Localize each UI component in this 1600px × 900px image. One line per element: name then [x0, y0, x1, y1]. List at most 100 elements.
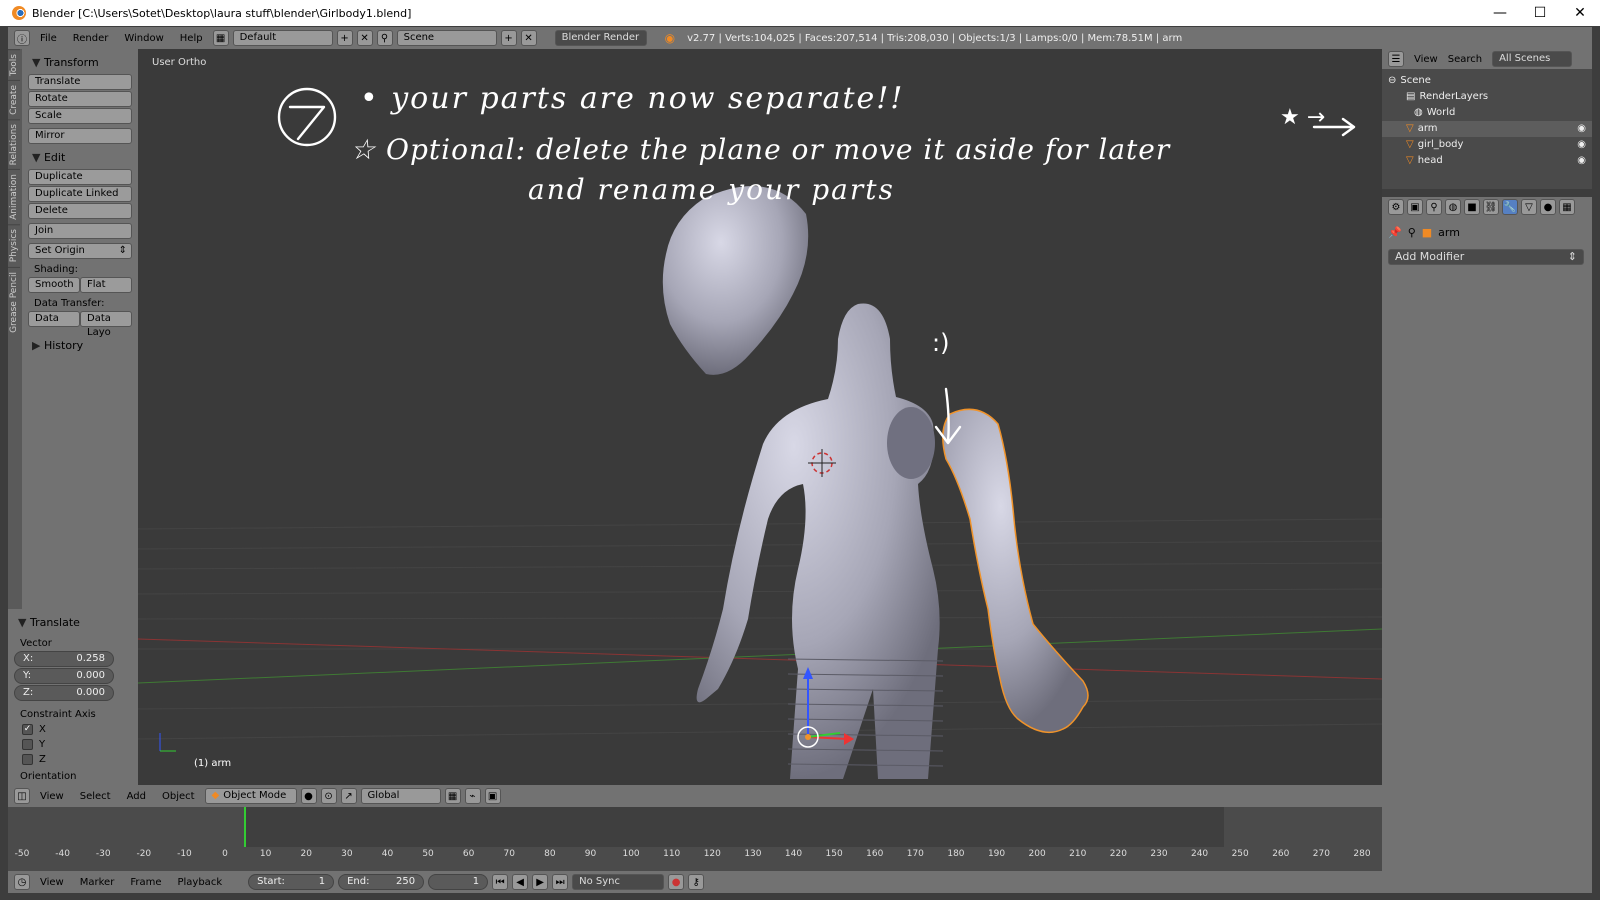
render-tab-icon[interactable]: ▣	[1407, 199, 1423, 215]
timeline-editor-icon[interactable]: ◷	[14, 874, 30, 890]
scene-field[interactable]: Scene	[396, 30, 497, 46]
outliner-editor-icon[interactable]: ☰	[1388, 51, 1404, 67]
screen-layout-icon[interactable]: ▦	[212, 30, 229, 46]
vector-z-field[interactable]: Z: 0.000	[14, 685, 114, 701]
material-tab-icon[interactable]: ●	[1540, 199, 1556, 215]
layers-icon[interactable]: ▦	[444, 788, 461, 804]
jump-start-icon[interactable]: ⏮	[492, 874, 509, 890]
history-panel-header[interactable]: ▶ History	[28, 336, 132, 357]
tab-physics[interactable]: Physics	[8, 224, 20, 267]
add-scene-icon[interactable]: +	[500, 30, 517, 46]
sync-select[interactable]: No Sync	[572, 874, 665, 890]
edit-panel-header[interactable]: ▼ Edit	[28, 148, 132, 169]
visibility-eye-icon[interactable]: ◉	[1577, 137, 1586, 153]
outliner-row-scene[interactable]: ⊖ Scene	[1382, 73, 1592, 89]
transform-panel-header[interactable]: ▼ Transform	[28, 53, 132, 74]
record-icon[interactable]: ●	[668, 874, 685, 890]
layout-field[interactable]: Default	[232, 30, 333, 46]
modifier-wrench-icon[interactable]: 🔧	[1502, 199, 1518, 215]
outliner-scope-select[interactable]: All Scenes	[1492, 51, 1573, 67]
info-editor-icon[interactable]: ⓘ	[14, 30, 30, 46]
girl-body-mesh[interactable]	[696, 303, 940, 779]
end-frame-field[interactable]: End: 250	[338, 873, 425, 890]
orientation-select[interactable]: Global	[360, 788, 441, 804]
mirror-button[interactable]: Mirror	[28, 128, 132, 144]
data-tab-icon[interactable]: ▽	[1521, 199, 1537, 215]
outliner-row-girl-body[interactable]: ▽ girl_body ◉	[1382, 137, 1592, 153]
snap-icon[interactable]: ⌁	[464, 788, 481, 804]
scene-icon[interactable]: ⚲	[376, 30, 393, 46]
menu-marker[interactable]: Marker	[74, 877, 121, 888]
remove-layout-icon[interactable]: ✕	[356, 30, 373, 46]
set-origin-select[interactable]: Set Origin ⇕	[28, 243, 132, 259]
menu-playback[interactable]: Playback	[171, 877, 228, 888]
tab-create[interactable]: Create	[8, 80, 20, 120]
jump-end-icon[interactable]: ⏭	[552, 874, 569, 890]
properties-editor-icon[interactable]: ⚙	[1388, 199, 1404, 215]
tab-grease-pencil[interactable]: Grease Pencil	[8, 266, 20, 337]
play-reverse-icon[interactable]: ◀	[512, 874, 529, 890]
menu-view[interactable]: View	[34, 791, 70, 802]
world-tab-icon[interactable]: ◍	[1445, 199, 1461, 215]
render-engine-select[interactable]: Blender Render	[554, 30, 647, 46]
maximize-button[interactable]: ☐	[1520, 0, 1560, 26]
vector-x-field[interactable]: X: 0.258	[14, 651, 114, 667]
constraint-y-checkbox[interactable]: Y	[14, 737, 132, 752]
visibility-eye-icon[interactable]: ◉	[1577, 153, 1586, 169]
vector-y-field[interactable]: Y: 0.000	[14, 668, 114, 684]
tab-animation[interactable]: Animation	[8, 169, 20, 225]
constraint-z-checkbox[interactable]: Z	[14, 752, 132, 767]
render-preview-icon[interactable]: ▣	[484, 788, 501, 804]
tab-tools[interactable]: Tools	[8, 49, 20, 81]
object-tab-icon[interactable]: ■	[1464, 199, 1480, 215]
duplicate-linked-button[interactable]: Duplicate Linked	[28, 186, 132, 202]
translate-button[interactable]: Translate	[28, 74, 132, 90]
menu-object[interactable]: Object	[156, 791, 201, 802]
menu-window[interactable]: Window	[118, 33, 169, 44]
rotate-button[interactable]: Rotate	[28, 91, 132, 107]
outliner-view-menu[interactable]: View	[1414, 54, 1438, 65]
add-layout-icon[interactable]: +	[336, 30, 353, 46]
current-frame-marker[interactable]	[244, 807, 246, 847]
add-modifier-select[interactable]: Add Modifier ⇕	[1388, 249, 1584, 265]
smooth-button[interactable]: Smooth	[28, 277, 80, 293]
mode-select[interactable]: ◆ Object Mode	[204, 788, 297, 804]
constraint-x-checkbox[interactable]: ✓ X	[14, 722, 132, 737]
menu-add[interactable]: Add	[121, 791, 152, 802]
flat-button[interactable]: Flat	[80, 277, 132, 293]
outliner-row-world[interactable]: ◍ World	[1382, 105, 1592, 121]
outliner-row-arm[interactable]: ▽ arm ◉	[1382, 121, 1592, 137]
keying-icon[interactable]: ⚷	[688, 874, 705, 890]
manipulator-icon[interactable]: ↗	[340, 788, 357, 804]
duplicate-button[interactable]: Duplicate	[28, 169, 132, 185]
outliner-row-renderlayers[interactable]: ▤ RenderLayers	[1382, 89, 1592, 105]
tab-relations[interactable]: Relations	[8, 119, 20, 170]
3d-viewport[interactable]: User Ortho 7 • your parts are now separa…	[138, 49, 1382, 785]
current-frame-field[interactable]: 1	[428, 873, 489, 890]
menu-help[interactable]: Help	[174, 33, 209, 44]
menu-file[interactable]: File	[34, 33, 63, 44]
scale-button[interactable]: Scale	[28, 108, 132, 124]
timeline[interactable]: -50 -40 -30 -20 -10 0 10 20 30 40 50 60 70 80 90 100 110…	[8, 807, 1382, 871]
menu-timeline-view[interactable]: View	[34, 877, 70, 888]
operator-panel-header[interactable]: ▼ Translate	[14, 613, 132, 634]
close-button[interactable]: ✕	[1560, 0, 1600, 26]
data-layout-button[interactable]: Data Layo	[80, 311, 132, 338]
pin-icon[interactable]: 📌	[1388, 226, 1402, 239]
menu-frame[interactable]: Frame	[124, 877, 167, 888]
data-button[interactable]: Data	[28, 311, 80, 327]
scene-tab-icon[interactable]: ⚲	[1426, 199, 1442, 215]
head-mesh[interactable]	[662, 186, 809, 375]
visibility-eye-icon[interactable]: ◉	[1577, 121, 1586, 137]
menu-render[interactable]: Render	[67, 33, 115, 44]
start-frame-field[interactable]: Start: 1	[248, 873, 335, 890]
minimize-button[interactable]: —	[1480, 0, 1520, 26]
editor-type-icon[interactable]: ◫	[14, 788, 30, 804]
play-icon[interactable]: ▶	[532, 874, 549, 890]
arm-mesh-selected[interactable]	[942, 408, 1089, 734]
menu-select[interactable]: Select	[74, 791, 117, 802]
texture-tab-icon[interactable]: ▦	[1559, 199, 1575, 215]
pivot-icon[interactable]: ⊙	[320, 788, 337, 804]
join-button[interactable]: Join	[28, 223, 132, 239]
constraints-tab-icon[interactable]: ⛓	[1483, 199, 1499, 215]
